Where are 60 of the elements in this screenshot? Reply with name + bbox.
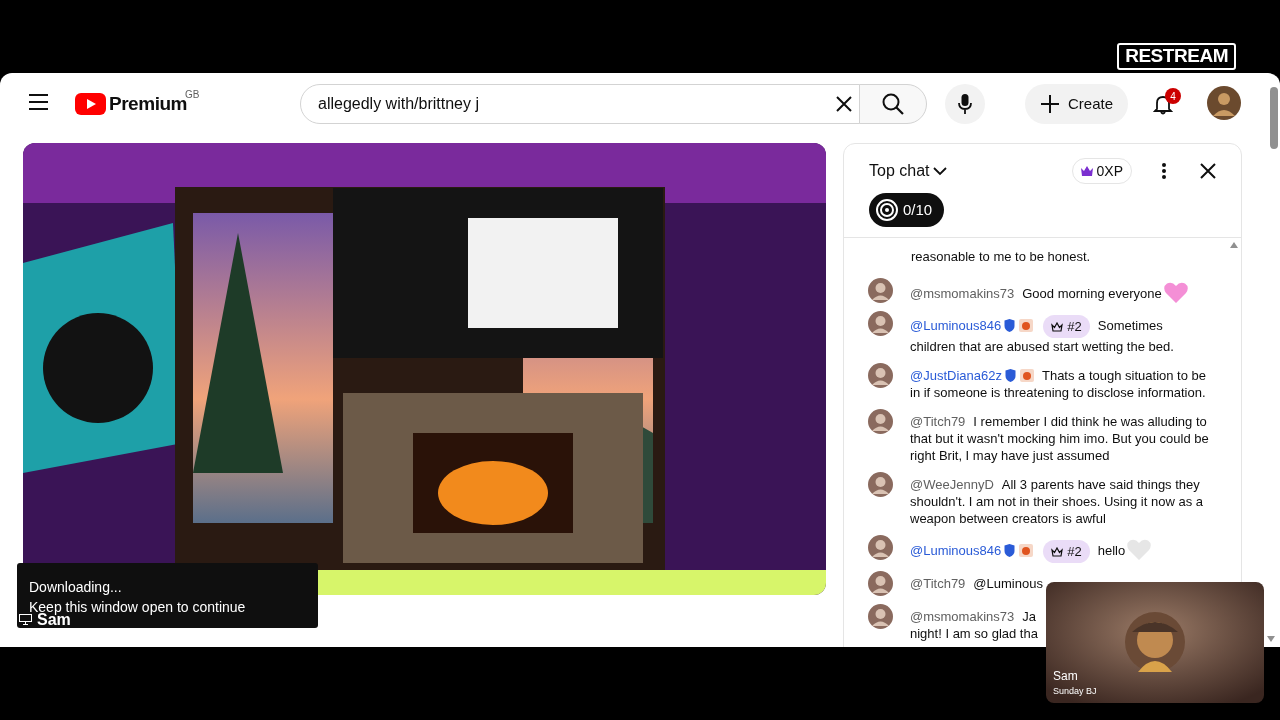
- crown-icon: [1051, 546, 1064, 557]
- more-options-icon[interactable]: [1162, 163, 1166, 179]
- chat-message-text: night! I am so glad tha: [910, 625, 1039, 643]
- user-avatar: [868, 604, 893, 630]
- chat-author[interactable]: @WeeJennyD: [910, 477, 994, 492]
- bell-icon[interactable]: [1152, 93, 1174, 115]
- rank-badge: #2: [1043, 540, 1090, 564]
- microphone-icon: [958, 93, 972, 115]
- search-field[interactable]: allegedly with/brittney j: [300, 84, 860, 124]
- create-button[interactable]: Create: [1025, 84, 1129, 124]
- presenter-name: Sam: [37, 612, 71, 627]
- play-logo-icon[interactable]: [75, 93, 106, 116]
- search-icon: [882, 93, 904, 115]
- chat-mode-dropdown[interactable]: Top chat: [869, 159, 948, 183]
- plus-icon: [1040, 94, 1060, 114]
- participant-subtitle: Sunday BJ: [1053, 685, 1097, 698]
- chat-message: @Luminous846 #2 Sometimes children that are abused start wetting the bed.: [910, 314, 1175, 355]
- restream-logo: RESTREAM: [1117, 43, 1236, 70]
- chat-message: @JustDiana62z Thats a tough situation to be in if someone is threatening to disclose information.: [910, 367, 1208, 401]
- chat-message-text: reasonable to me to be honest.: [911, 249, 1091, 264]
- user-avatar: [868, 535, 893, 560]
- search-button[interactable]: [859, 84, 927, 124]
- scrollbar-thumb[interactable]: [1270, 87, 1278, 149]
- chat-message: @Titch79 I remember I did think he was alluding to that but it wasn't mocking him imo. But you could be right Brit, I may have just assumed: [910, 413, 1210, 464]
- goal-pill[interactable]: 0/10: [869, 193, 945, 227]
- user-avatar: [868, 571, 893, 597]
- crown-icon: [1051, 321, 1064, 332]
- chevron-down-icon: [933, 166, 948, 176]
- toast-text: Downloading...: [29, 578, 123, 597]
- participant-name: Sam: [1053, 668, 1078, 685]
- close-icon[interactable]: [1200, 163, 1216, 179]
- region-code: GB: [185, 88, 200, 100]
- chat-author[interactable]: @Titch79: [910, 576, 966, 592]
- crown-icon: [1080, 166, 1093, 176]
- scroll-up-icon[interactable]: [1230, 242, 1238, 248]
- user-avatar: [868, 311, 893, 336]
- toast-text: Keep this window open to continue: [29, 598, 247, 615]
- user-avatar: [868, 472, 893, 497]
- rank-badge: #2: [1043, 315, 1090, 338]
- chat-message: @WeeJennyD All 3 parents have said things they shouldn't. I am not in their shoes. Using it now as a weapon between creators is awful: [910, 476, 1204, 527]
- chat-author[interactable]: @Titch79: [910, 414, 966, 429]
- user-avatar: [868, 363, 893, 388]
- chat-author[interactable]: @msmomakins73: [910, 286, 1015, 301]
- monitor-icon: [19, 614, 32, 625]
- target-icon: [875, 198, 899, 222]
- menu-icon[interactable]: [29, 94, 48, 110]
- account-avatar[interactable]: [1207, 86, 1241, 120]
- chat-author[interactable]: @Luminous846: [910, 317, 1002, 333]
- xp-count: 0XP: [1096, 161, 1123, 181]
- chat-author[interactable]: @JustDiana62z: [910, 368, 1002, 383]
- user-avatar: [868, 409, 893, 434]
- chat-author[interactable]: @msmomakins73: [910, 609, 1015, 625]
- microphone-button[interactable]: [945, 84, 985, 124]
- scroll-down-icon[interactable]: [1267, 636, 1275, 642]
- chat-message: @msmomakins73 Good morning everyone: [910, 278, 1211, 303]
- user-avatar: [868, 278, 893, 303]
- clear-icon[interactable]: [836, 96, 852, 112]
- chat-message: @Luminous846 #2 hello: [910, 535, 1211, 564]
- notification-count: 4: [1165, 88, 1181, 104]
- chat-author[interactable]: @Luminous846: [910, 543, 1002, 558]
